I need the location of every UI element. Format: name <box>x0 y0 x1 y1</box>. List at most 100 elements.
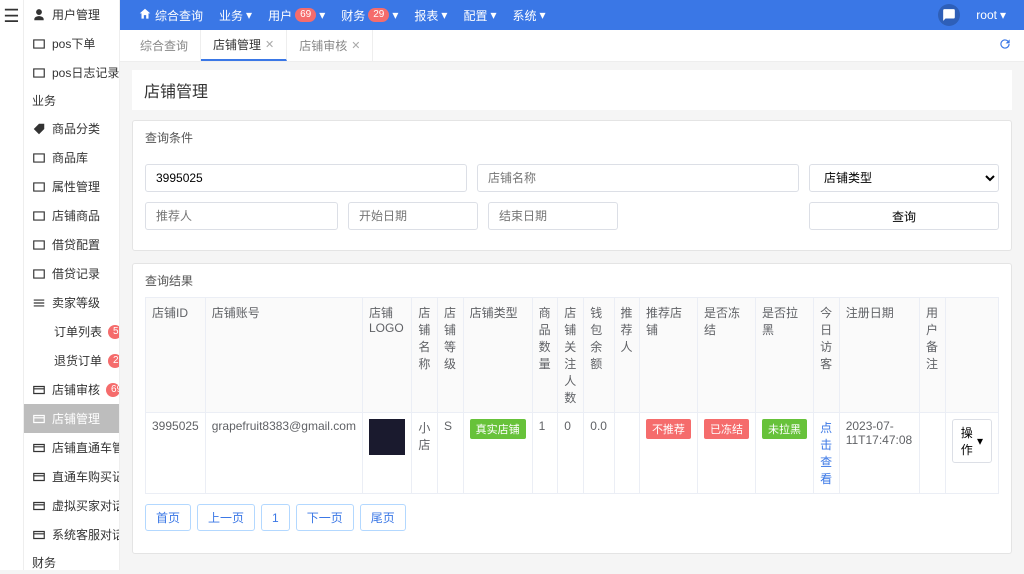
shop-type-select[interactable]: 店铺类型 <box>809 164 999 192</box>
frozen-tag: 已冻结 <box>704 419 749 439</box>
table-cell: 点击查看 <box>814 413 840 494</box>
sidebar-item-label: 直通车购买记录 <box>52 468 120 485</box>
tag-icon <box>32 122 46 136</box>
shop-name-input[interactable] <box>477 164 799 192</box>
page-next[interactable]: 下一页 <box>296 504 354 531</box>
tab-店铺审核[interactable]: 店铺审核 ✕ <box>287 30 373 61</box>
chat-icon[interactable] <box>938 4 960 26</box>
refresh-icon[interactable] <box>986 31 1024 60</box>
sidebar-item-系统客服对话[interactable]: 系统客服对话 <box>24 520 119 549</box>
sidebar-item-借贷配置[interactable]: 借贷配置 <box>24 230 119 259</box>
topnav-label: 财务 <box>341 7 365 24</box>
end-date-input[interactable] <box>488 202 618 230</box>
sidebar-item-借贷记录[interactable]: 借贷记录 <box>24 259 119 288</box>
sidebar-item-退货订单[interactable]: 退货订单2 <box>24 346 119 375</box>
table-header: 店铺账号 <box>205 298 362 413</box>
table-header: 推荐人 <box>614 298 639 413</box>
table-cell: 真实店铺 <box>463 413 532 494</box>
sidebar-item-label: 店铺管理 <box>52 410 111 427</box>
table-cell: S <box>438 413 464 494</box>
table-row: 3995025grapefruit8383@gmail.com小店S真实店铺10… <box>146 413 999 494</box>
sidebar-badge: 5 <box>108 325 120 339</box>
topnav-label: 报表 <box>414 7 438 24</box>
sidebar-item-label: 借贷记录 <box>52 265 111 282</box>
page-prev[interactable]: 上一页 <box>197 504 255 531</box>
page-number[interactable]: 1 <box>261 504 290 531</box>
sidebar-item-label: 商品库 <box>52 149 111 166</box>
shop-logo <box>369 419 405 455</box>
rect-icon <box>32 37 46 51</box>
chevron-down-icon: ▾ <box>246 8 252 22</box>
start-date-input[interactable] <box>348 202 478 230</box>
action-button[interactable]: 操作 ▾ <box>952 419 992 463</box>
results-header: 查询结果 <box>133 264 1011 297</box>
page-last[interactable]: 尾页 <box>360 504 406 531</box>
sidebar-item-店铺直通车管理[interactable]: 店铺直通车管理 <box>24 433 119 462</box>
rect-icon <box>32 267 46 281</box>
sidebar-item-直通车购买记录[interactable]: 直通车购买记录 <box>24 462 119 491</box>
shop-type-tag: 真实店铺 <box>470 419 526 439</box>
topnav-badge: 69 <box>295 8 316 22</box>
topnav-用户[interactable]: 用户69▾ <box>260 0 333 30</box>
table-header: 是否拉黑 <box>756 298 814 413</box>
topnav-财务[interactable]: 财务29▾ <box>333 0 406 30</box>
chevron-down-icon: ▾ <box>977 434 983 448</box>
tab-综合查询[interactable]: 综合查询 <box>128 30 201 61</box>
chevron-down-icon: ▾ <box>1000 8 1006 22</box>
table-header: 今日访客 <box>814 298 840 413</box>
sidebar-item-商品库[interactable]: 商品库 <box>24 143 119 172</box>
tabs: 综合查询店铺管理✕ 店铺审核 ✕ <box>120 30 1024 62</box>
table-header: 用户备注 <box>920 298 946 413</box>
sidebar-item-卖家等级[interactable]: 卖家等级 <box>24 288 119 317</box>
table-cell: 0.0 <box>584 413 614 494</box>
sidebar-item-属性管理[interactable]: 属性管理 <box>24 172 119 201</box>
topnav-badge: 29 <box>368 8 389 22</box>
sidebar-item-店铺管理[interactable]: 店铺管理 <box>24 404 119 433</box>
card-icon <box>32 441 46 455</box>
sidebar-item-label: 商品分类 <box>52 120 111 137</box>
topnav-配置[interactable]: 配置▾ <box>455 0 504 30</box>
sidebar-item-label: 虚拟买家对话 <box>52 497 120 514</box>
page-first[interactable]: 首页 <box>145 504 191 531</box>
close-icon[interactable]: ✕ <box>265 38 274 51</box>
sidebar-item-订单列表[interactable]: 订单列表5 <box>24 317 119 346</box>
card-icon <box>32 383 46 397</box>
table-cell: 已冻结 <box>697 413 755 494</box>
table-header: 是否冻结 <box>697 298 755 413</box>
sidebar: 用户管理pos下单pos日志记录业务商品分类商品库属性管理店铺商品借贷配置借贷记… <box>24 0 120 570</box>
table-cell: 3995025 <box>146 413 206 494</box>
tab-label: 店铺审核 <box>299 37 347 54</box>
sidebar-item-pos日志记录[interactable]: pos日志记录 <box>24 58 119 87</box>
referrer-input[interactable] <box>145 202 338 230</box>
card-icon <box>32 470 46 484</box>
sidebar-item-虚拟买家对话[interactable]: 虚拟买家对话14 <box>24 491 119 520</box>
shop-id-input[interactable] <box>145 164 467 192</box>
sidebar-item-商品分类[interactable]: 商品分类 <box>24 114 119 143</box>
user-name: root <box>976 8 997 22</box>
table-cell: 小店 <box>412 413 438 494</box>
topnav-系统[interactable]: 系统▾ <box>505 0 554 30</box>
sidebar-item-pos下单[interactable]: pos下单 <box>24 29 119 58</box>
chevron-down-icon: ▾ <box>441 8 447 22</box>
visitors-link[interactable]: 点击查看 <box>820 421 832 486</box>
sidebar-item-label: 用户管理 <box>52 6 111 23</box>
close-icon[interactable]: ✕ <box>351 39 360 52</box>
sidebar-toggle[interactable]: ☰ <box>0 0 24 570</box>
blacklist-tag: 未拉黑 <box>762 419 807 439</box>
search-button[interactable]: 查询 <box>809 202 999 230</box>
sidebar-item-店铺审核[interactable]: 店铺审核69 <box>24 375 119 404</box>
topnav-综合查询[interactable]: 综合查询 <box>130 0 211 30</box>
sidebar-item-label: 卖家等级 <box>52 294 111 311</box>
topnav-业务[interactable]: 业务▾ <box>211 0 260 30</box>
chevron-down-icon: ▾ <box>319 8 325 22</box>
table-header: 店铺关注人数 <box>558 298 584 413</box>
table-cell: 1 <box>532 413 558 494</box>
filter-panel: 查询条件 店铺类型 查询 <box>132 120 1012 251</box>
sidebar-item-店铺商品[interactable]: 店铺商品 <box>24 201 119 230</box>
sidebar-item-label: 店铺审核 <box>52 381 100 398</box>
tab-店铺管理[interactable]: 店铺管理✕ <box>201 30 287 61</box>
table-cell: 不推荐 <box>639 413 697 494</box>
sidebar-item-用户管理[interactable]: 用户管理 <box>24 0 119 29</box>
user-menu[interactable]: root ▾ <box>968 0 1014 30</box>
topnav-报表[interactable]: 报表▾ <box>406 0 455 30</box>
